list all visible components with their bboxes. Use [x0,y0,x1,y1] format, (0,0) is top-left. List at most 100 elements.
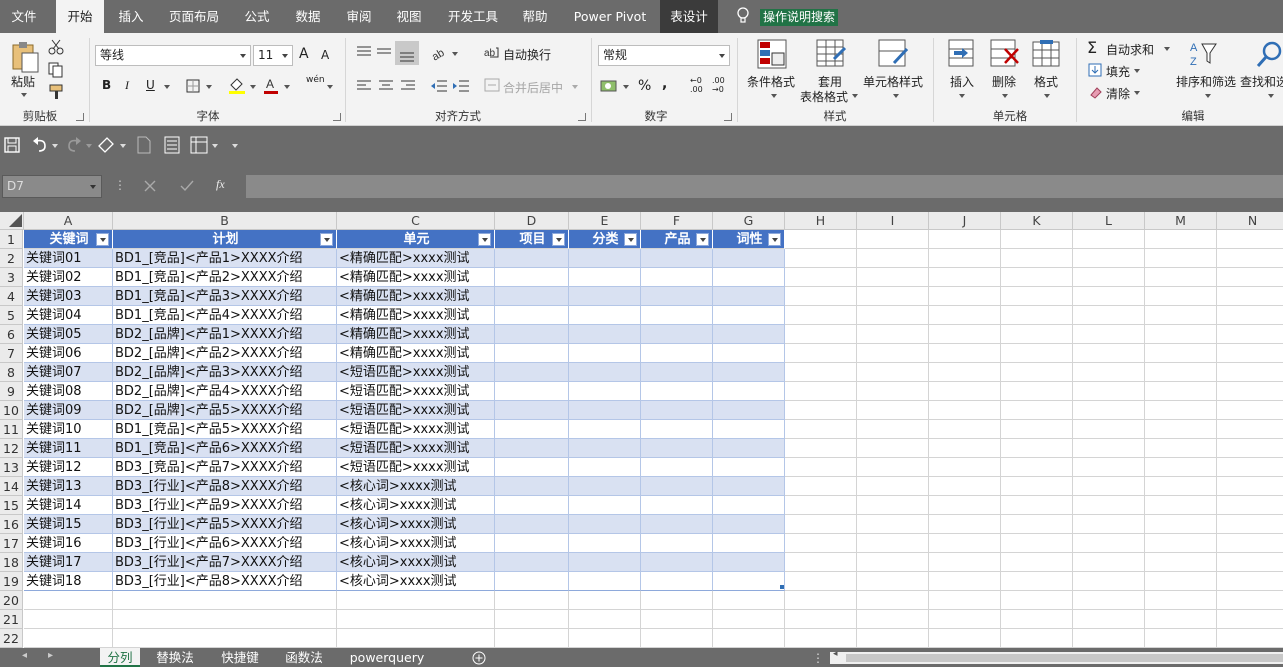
table-cell[interactable] [569,344,641,363]
grid-cell[interactable] [1073,401,1145,420]
table-cell[interactable] [569,420,641,439]
grid-cell[interactable] [1145,401,1217,420]
print-preview-icon[interactable] [164,136,180,154]
row-header[interactable]: 8 [0,363,23,382]
row-header[interactable]: 5 [0,306,23,325]
grid-cell[interactable] [1001,249,1073,268]
shrink-font-button[interactable]: A [321,48,329,62]
sort-filter-dropdown-icon[interactable] [1205,94,1211,98]
table-cell[interactable] [713,325,785,344]
formula-input[interactable] [246,175,1283,198]
row-header[interactable]: 2 [0,249,23,268]
grid-cell[interactable] [337,591,495,610]
grid-cell[interactable] [857,420,929,439]
table-cell[interactable]: <核心词>xxxx测试 [337,534,495,553]
font-color-icon[interactable]: A [263,76,279,94]
table-cell[interactable] [495,306,569,325]
tab-view[interactable]: 视图 [386,0,432,33]
table-cell[interactable] [569,325,641,344]
row-header[interactable]: 6 [0,325,23,344]
clear-icon[interactable] [1088,85,1102,99]
table-cell[interactable]: 关键词15 [24,515,113,534]
table-cell[interactable] [495,287,569,306]
undo-dropdown-icon[interactable] [52,144,58,148]
grid-cell[interactable] [641,610,713,629]
cell-styles-button[interactable]: 单元格样式 [863,73,923,90]
column-header-f[interactable]: F [641,212,713,230]
row-header[interactable]: 10 [0,401,23,420]
grid-cell[interactable] [495,591,569,610]
grid-cell[interactable] [641,629,713,648]
grid-cell[interactable] [1001,591,1073,610]
table-cell[interactable]: <精确匹配>xxxx测试 [337,287,495,306]
cancel-icon[interactable] [144,180,156,192]
table-cell[interactable]: 关键词08 [24,382,113,401]
table-cell[interactable]: BD1_[竞品]<产品5>XXXX介绍 [113,420,337,439]
table-cell[interactable]: <精确匹配>xxxx测试 [337,249,495,268]
format-cells-button[interactable]: 格式 [1034,73,1058,90]
filter-dropdown-icon[interactable] [624,233,637,246]
grid-cell[interactable] [1001,458,1073,477]
grid-cell[interactable] [24,610,113,629]
name-box[interactable]: D7 [2,175,102,198]
number-launcher-icon[interactable] [724,113,732,121]
grid-cell[interactable] [929,325,1001,344]
find-select-icon[interactable] [1254,39,1283,69]
table-cell[interactable] [495,382,569,401]
grid-cell[interactable] [1145,458,1217,477]
grid-cell[interactable] [1073,249,1145,268]
grid-cell[interactable] [495,629,569,648]
grid-cell[interactable] [785,344,857,363]
table-cell[interactable]: 关键词17 [24,553,113,572]
table-cell[interactable]: BD1_[竞品]<产品4>XXXX介绍 [113,306,337,325]
grid-cell[interactable] [1217,306,1283,325]
tab-formulas[interactable]: 公式 [234,0,280,33]
table-cell[interactable] [713,515,785,534]
table-cell[interactable] [641,553,713,572]
table-cell[interactable] [495,515,569,534]
grid-cell[interactable] [1073,439,1145,458]
grid-cell[interactable] [857,306,929,325]
insert-dropdown-icon[interactable] [959,94,965,98]
tab-file[interactable]: 文件 [0,0,48,33]
grid-cell[interactable] [1073,363,1145,382]
table-cell[interactable] [713,287,785,306]
grid-cell[interactable] [929,515,1001,534]
grid-cell[interactable] [1073,553,1145,572]
grid-cell[interactable] [1001,439,1073,458]
grid-cell[interactable] [857,458,929,477]
column-header-l[interactable]: L [1073,212,1145,230]
table-cell[interactable]: <核心词>xxxx测试 [337,496,495,515]
grid-cell[interactable] [1073,477,1145,496]
table-cell[interactable] [713,534,785,553]
alignment-launcher-icon[interactable] [578,113,586,121]
table-cell[interactable] [713,401,785,420]
grid-cell[interactable] [1001,496,1073,515]
grid-cell[interactable] [857,629,929,648]
bold-button[interactable]: B [102,78,111,92]
font-name-combo[interactable]: 等线 [95,45,251,66]
grid-cell[interactable] [1001,325,1073,344]
wrap-text-icon[interactable]: ab [484,45,500,61]
sheet-tab-replace[interactable]: 替换法 [148,648,202,667]
table-cell[interactable] [713,477,785,496]
paste-label[interactable]: 粘贴 [11,73,35,90]
grid-cell[interactable] [1073,591,1145,610]
find-select-dropdown-icon[interactable] [1268,94,1274,98]
grid-cell[interactable] [569,591,641,610]
grid-cell[interactable] [1217,610,1283,629]
table-cell[interactable] [569,458,641,477]
tab-data[interactable]: 数据 [285,0,331,33]
grid-cell[interactable] [1145,249,1217,268]
delete-dropdown-icon[interactable] [1002,94,1008,98]
filter-dropdown-icon[interactable] [696,233,709,246]
table-cell[interactable] [495,439,569,458]
table-cell[interactable]: BD3_[行业]<产品5>XXXX介绍 [113,515,337,534]
filter-dropdown-icon[interactable] [320,233,333,246]
table-cell[interactable]: BD1_[竞品]<产品6>XXXX介绍 [113,439,337,458]
grid-cell[interactable] [929,496,1001,515]
insert-function-button[interactable]: fx [216,177,225,192]
table-cell[interactable] [641,534,713,553]
cell-styles-dropdown-icon[interactable] [893,94,899,98]
column-header-a[interactable]: A [24,212,113,230]
